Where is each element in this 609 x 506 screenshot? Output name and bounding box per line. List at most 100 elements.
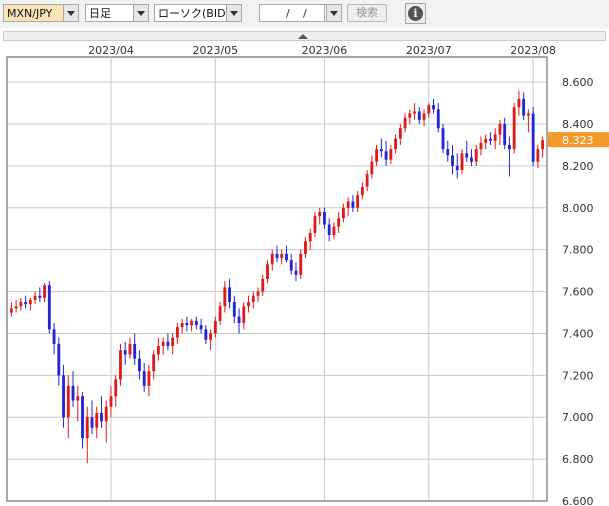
candle-body (33, 295, 37, 300)
candle-body (119, 350, 122, 380)
candle-body (522, 98, 526, 116)
candle-body (52, 329, 56, 344)
candle-body (166, 341, 170, 347)
candle-body (470, 157, 473, 162)
y-tick-label: 8.000 (562, 202, 594, 215)
chevron-down-icon[interactable] (63, 5, 78, 21)
collapse-bar[interactable] (3, 31, 606, 41)
candle-body (161, 341, 165, 347)
candle-body (147, 371, 151, 386)
candle-body (76, 396, 80, 401)
x-tick-label: 2023/08 (510, 44, 556, 57)
chart-type-select-value: ローソク(BID) (158, 7, 230, 20)
candle-body (370, 161, 374, 175)
candle-body (95, 413, 99, 428)
candle-body (232, 302, 236, 317)
date-separator: / (286, 7, 290, 20)
candle-body (47, 285, 51, 330)
candle-body (455, 165, 459, 171)
candle-body (408, 113, 412, 118)
candle-body (403, 117, 407, 129)
candle-body (422, 113, 426, 120)
candle-body (199, 325, 203, 330)
candle-body (446, 149, 450, 156)
candle-body (436, 109, 440, 129)
candle-body (489, 138, 492, 141)
chevron-down-icon[interactable] (326, 5, 341, 21)
candle-body (460, 153, 464, 171)
x-tick-label: 2023/04 (88, 44, 134, 57)
candle-body (261, 279, 265, 292)
collapse-up-icon[interactable] (298, 34, 308, 39)
period-select[interactable]: 日足 (85, 4, 149, 22)
candle-body (394, 138, 398, 150)
chevron-down-icon[interactable] (226, 5, 241, 21)
search-button[interactable]: 検索 (347, 4, 387, 22)
chart-type-select[interactable]: ローソク(BID) (154, 4, 242, 22)
candle-body (9, 308, 13, 313)
candle-body (256, 291, 260, 296)
candle-body (24, 302, 28, 305)
candle-body (531, 113, 535, 162)
candle-body (289, 260, 293, 271)
candle-body (398, 128, 402, 139)
candle-body (332, 226, 336, 236)
date-input[interactable]: / / (259, 4, 325, 22)
candle-body (152, 354, 156, 372)
candle-body (38, 295, 42, 298)
candle-body (417, 111, 421, 120)
candle-body (465, 153, 469, 158)
candle-body (285, 253, 288, 261)
candle-body (138, 358, 141, 372)
candle-body (19, 302, 23, 307)
x-tick-label: 2023/06 (302, 44, 348, 57)
candle-body (228, 287, 231, 303)
candle-body (346, 201, 350, 208)
candle-body (304, 241, 307, 254)
candle-body (175, 327, 179, 338)
candle-body (536, 149, 540, 162)
y-tick-label: 6.600 (562, 495, 594, 506)
candle-body (498, 124, 502, 135)
info-icon: i (408, 6, 423, 21)
candle-body (493, 134, 497, 141)
candle-body (375, 149, 379, 162)
candle-body (100, 413, 103, 422)
candle-body (81, 396, 84, 439)
candle-body (85, 417, 89, 439)
candle-body (180, 322, 184, 328)
candle-body (142, 371, 146, 386)
candle-body (28, 299, 32, 305)
candle-body (541, 140, 545, 150)
y-tick-label: 8.600 (562, 76, 594, 89)
candle-body (327, 224, 331, 236)
candle-body (299, 253, 303, 275)
date-picker-button[interactable] (325, 4, 342, 22)
y-tick-label: 7.600 (562, 286, 594, 299)
candle-body (123, 350, 127, 355)
candle-body (133, 343, 137, 359)
candle-body (351, 201, 355, 208)
candle-body (413, 111, 416, 114)
y-tick-label: 8.400 (562, 118, 594, 131)
candle-body (313, 216, 317, 233)
candle-body (109, 396, 113, 407)
info-button[interactable]: i (405, 3, 426, 24)
candle-body (223, 287, 227, 307)
candle-body (441, 128, 445, 150)
candle-body (14, 306, 18, 309)
candle-body (512, 107, 516, 150)
date-separator: / (303, 7, 307, 20)
candle-body (43, 285, 46, 298)
candlestick-chart[interactable]: 2023/04 2023/05 2023/06 2023/07 2023/08 8.60… (0, 42, 609, 506)
candle-body (204, 329, 208, 340)
candle-body (128, 343, 132, 355)
x-tick-label: 2023/07 (406, 44, 452, 57)
symbol-select[interactable]: MXN/JPY (3, 4, 79, 22)
candle-body (185, 322, 189, 326)
candle-body (341, 207, 345, 219)
x-axis-labels: 2023/04 2023/05 2023/06 2023/07 2023/08 (88, 44, 556, 57)
candle-body (432, 105, 435, 110)
candle-body (171, 337, 175, 347)
chevron-down-icon[interactable] (133, 5, 148, 21)
